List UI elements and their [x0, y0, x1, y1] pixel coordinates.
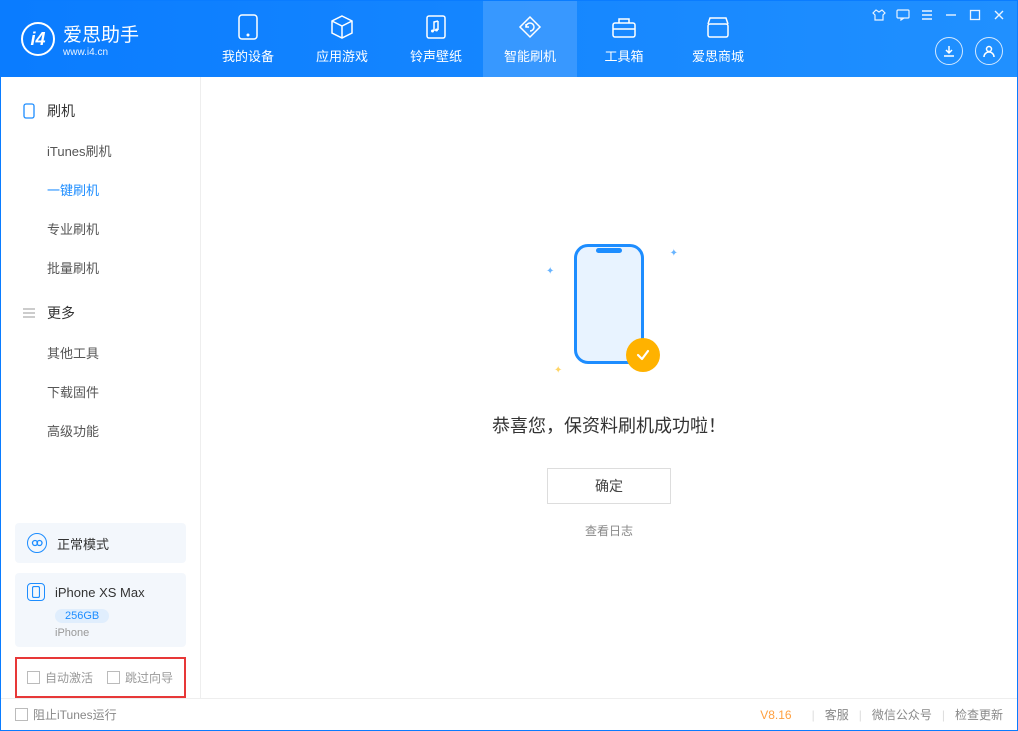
statusbar-link-update[interactable]: 检查更新 — [955, 706, 1003, 723]
titlebar: i4 爱思助手 www.i4.cn 我的设备 应用游戏 — [1, 1, 1017, 77]
app-title: 爱思助手 — [63, 20, 139, 47]
minimize-button[interactable] — [939, 5, 963, 25]
main-content: ✦ ✦ ✦ 恭喜您，保资料刷机成功啦！ 确定 查看日志 — [201, 77, 1017, 698]
device-name: iPhone XS Max — [55, 585, 145, 600]
refresh-icon — [517, 14, 543, 40]
sidebar-item-batch-flash[interactable]: 批量刷机 — [1, 248, 200, 287]
sidebar-item-advanced[interactable]: 高级功能 — [1, 411, 200, 450]
device-icon — [235, 14, 261, 40]
device-type: iPhone — [55, 627, 174, 639]
nav-tab-flash[interactable]: 智能刷机 — [483, 1, 577, 77]
device-capacity: 256GB — [55, 609, 109, 623]
sidebar-item-other-tools[interactable]: 其他工具 — [1, 333, 200, 372]
feedback-icon[interactable] — [891, 5, 915, 25]
shop-icon — [705, 14, 731, 40]
checkbox-icon — [15, 708, 28, 721]
device-card-icon — [27, 583, 45, 601]
shirt-icon[interactable] — [867, 5, 891, 25]
sidebar-item-pro-flash[interactable]: 专业刷机 — [1, 209, 200, 248]
mode-icon — [27, 533, 47, 553]
titlebar-actions — [935, 37, 1003, 65]
window-controls — [867, 5, 1011, 25]
checkbox-block-itunes[interactable]: 阻止iTunes运行 — [15, 706, 117, 723]
sidebar-item-oneclick-flash[interactable]: 一键刷机 — [1, 170, 200, 209]
mode-card[interactable]: 正常模式 — [15, 523, 186, 563]
list-icon — [21, 305, 37, 321]
device-card[interactable]: iPhone XS Max 256GB iPhone — [15, 573, 186, 647]
sparkle-icon: ✦ — [546, 266, 554, 277]
statusbar: 阻止iTunes运行 V8.16 | 客服 | 微信公众号 | 检查更新 — [1, 698, 1017, 730]
version-label: V8.16 — [760, 708, 791, 722]
statusbar-link-wechat[interactable]: 微信公众号 — [872, 706, 932, 723]
sidebar: 刷机 iTunes刷机 一键刷机 专业刷机 批量刷机 更多 其他工具 下载固件 … — [1, 77, 201, 698]
nav-tab-apps[interactable]: 应用游戏 — [295, 1, 389, 77]
ok-button[interactable]: 确定 — [547, 468, 671, 504]
sidebar-item-download-firmware[interactable]: 下载固件 — [1, 372, 200, 411]
check-badge-icon — [626, 338, 660, 372]
checkbox-skip-guide[interactable]: 跳过向导 — [107, 669, 173, 686]
sparkle-icon: ✦ — [670, 248, 678, 259]
sidebar-item-itunes-flash[interactable]: iTunes刷机 — [1, 131, 200, 170]
highlighted-checkbox-row: 自动激活 跳过向导 — [15, 657, 186, 698]
nav-tab-device[interactable]: 我的设备 — [201, 1, 295, 77]
menu-icon[interactable] — [915, 5, 939, 25]
nav-tab-shop[interactable]: 爱思商城 — [671, 1, 765, 77]
user-button[interactable] — [975, 37, 1003, 65]
statusbar-link-support[interactable]: 客服 — [825, 706, 849, 723]
close-button[interactable] — [987, 5, 1011, 25]
download-button[interactable] — [935, 37, 963, 65]
music-icon — [423, 14, 449, 40]
success-illustration: ✦ ✦ ✦ — [564, 236, 654, 376]
view-log-link[interactable]: 查看日志 — [585, 522, 633, 539]
app-url: www.i4.cn — [63, 47, 139, 58]
nav-tab-ringtones[interactable]: 铃声壁纸 — [389, 1, 483, 77]
phone-icon — [21, 103, 37, 119]
sidebar-section-more[interactable]: 更多 — [1, 293, 200, 333]
checkbox-icon — [27, 671, 40, 684]
maximize-button[interactable] — [963, 5, 987, 25]
app-logo-icon: i4 — [21, 22, 55, 56]
toolbox-icon — [611, 14, 637, 40]
checkbox-icon — [107, 671, 120, 684]
nav-tab-toolbox[interactable]: 工具箱 — [577, 1, 671, 77]
nav-tabs: 我的设备 应用游戏 铃声壁纸 智能刷机 — [201, 1, 765, 77]
logo-area: i4 爱思助手 www.i4.cn — [1, 20, 201, 58]
sidebar-section-flash[interactable]: 刷机 — [1, 91, 200, 131]
mode-label: 正常模式 — [57, 534, 109, 553]
success-message: 恭喜您，保资料刷机成功啦！ — [492, 412, 726, 438]
sparkle-icon: ✦ — [554, 365, 562, 376]
cube-icon — [329, 14, 355, 40]
checkbox-auto-activate[interactable]: 自动激活 — [27, 669, 93, 686]
